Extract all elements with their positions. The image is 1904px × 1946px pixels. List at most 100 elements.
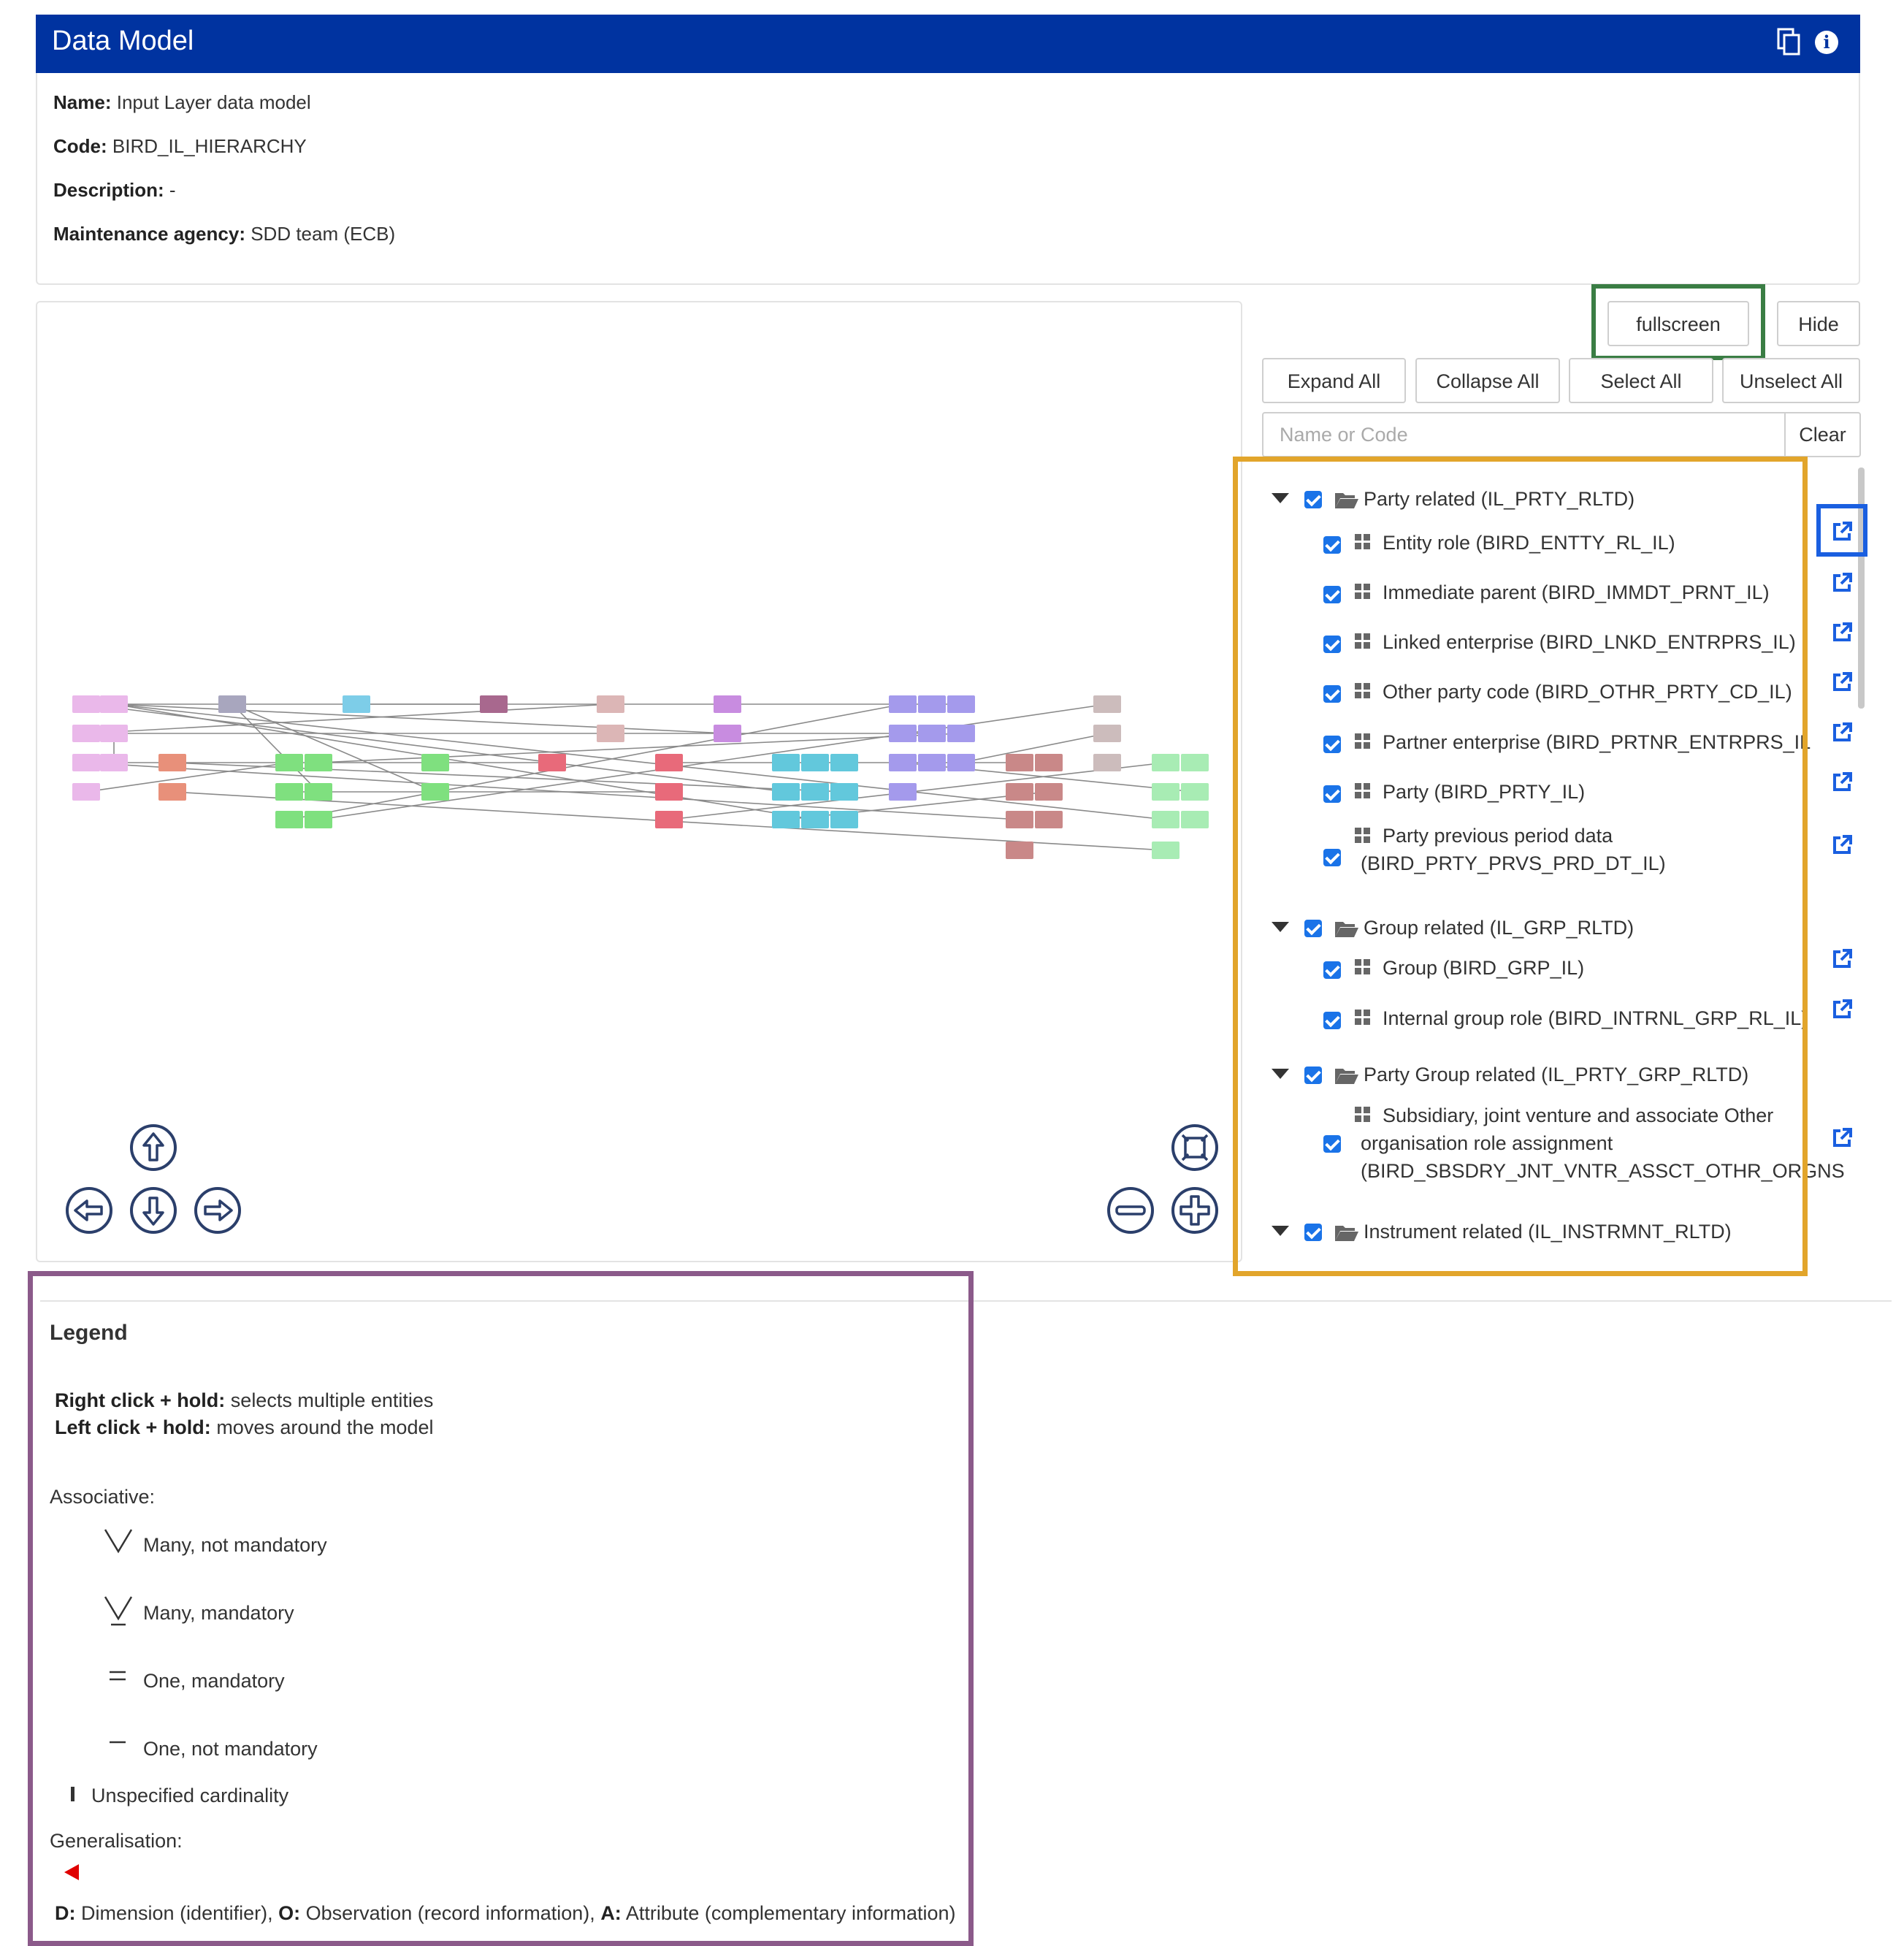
entity-node[interactable] [918, 725, 946, 742]
entity-node[interactable] [655, 754, 683, 771]
entity-node[interactable] [72, 754, 100, 771]
entity-node[interactable] [1035, 811, 1063, 828]
entity-node[interactable] [1006, 811, 1033, 828]
entity-node[interactable] [1006, 842, 1033, 859]
entity-node[interactable] [158, 754, 186, 771]
entity-node[interactable] [655, 811, 683, 828]
info-icon[interactable]: i [1815, 31, 1838, 54]
entity-node[interactable] [421, 783, 449, 801]
left-click-text: moves around the model [216, 1416, 434, 1438]
entity-node[interactable] [597, 695, 624, 713]
entity-node[interactable] [480, 695, 508, 713]
entity-node[interactable] [72, 783, 100, 801]
external-link-icon[interactable] [1831, 722, 1853, 744]
entity-node[interactable] [305, 783, 332, 801]
entity-node[interactable] [305, 754, 332, 771]
clear-button[interactable]: Clear [1784, 412, 1861, 457]
entity-node[interactable] [918, 754, 946, 771]
entity-node[interactable] [343, 695, 370, 713]
entity-node[interactable] [72, 695, 100, 713]
legend-dimension-key: D: Dimension (identifier), O: Observatio… [55, 1902, 956, 1925]
entity-node[interactable] [889, 754, 917, 771]
entity-node[interactable] [1152, 842, 1180, 859]
right-click-label: Right click + hold: [55, 1389, 226, 1411]
entity-node[interactable] [1093, 725, 1121, 742]
pan-down-button[interactable] [129, 1186, 177, 1235]
entity-node[interactable] [714, 725, 741, 742]
copy-icon[interactable] [1777, 28, 1802, 57]
expand-all-button[interactable]: Expand All [1262, 358, 1406, 403]
entity-node[interactable] [1035, 783, 1063, 801]
entity-node[interactable] [889, 725, 917, 742]
fit-to-screen-button[interactable] [1171, 1123, 1219, 1172]
zoom-out-button[interactable] [1106, 1186, 1155, 1235]
entity-node[interactable] [275, 783, 303, 801]
entity-node[interactable] [1006, 783, 1033, 801]
entity-node[interactable] [830, 783, 858, 801]
entity-node[interactable] [947, 725, 975, 742]
entity-node[interactable] [100, 754, 128, 771]
entity-node[interactable] [1152, 811, 1180, 828]
entity-node[interactable] [830, 754, 858, 771]
entity-node[interactable] [772, 754, 800, 771]
entity-node[interactable] [1152, 754, 1180, 771]
pan-right-button[interactable] [194, 1186, 242, 1235]
entity-node[interactable] [275, 754, 303, 771]
entity-node[interactable] [597, 725, 624, 742]
entity-node[interactable] [275, 811, 303, 828]
entity-node[interactable] [218, 695, 246, 713]
entity-node[interactable] [1093, 695, 1121, 713]
entity-node[interactable] [801, 783, 829, 801]
select-all-button[interactable]: Select All [1569, 358, 1713, 403]
external-link-icon[interactable] [1831, 834, 1853, 856]
zoom-in-button[interactable] [1171, 1186, 1219, 1235]
entity-node[interactable] [1181, 811, 1209, 828]
hide-button[interactable]: Hide [1777, 301, 1860, 346]
external-link-icon[interactable] [1831, 999, 1853, 1020]
entity-node[interactable] [714, 695, 741, 713]
entity-node[interactable] [158, 783, 186, 801]
external-link-icon[interactable] [1831, 771, 1853, 793]
entity-node[interactable] [947, 754, 975, 771]
entity-node[interactable] [72, 725, 100, 742]
entity-node[interactable] [538, 754, 566, 771]
entity-node[interactable] [1181, 754, 1209, 771]
unselect-all-button[interactable]: Unselect All [1722, 358, 1860, 403]
pan-left-button[interactable] [65, 1186, 113, 1235]
entity-node[interactable] [918, 695, 946, 713]
entity-node[interactable] [772, 811, 800, 828]
entity-node[interactable] [889, 695, 917, 713]
entity-node[interactable] [772, 783, 800, 801]
collapse-all-button[interactable]: Collapse All [1415, 358, 1560, 403]
external-link-icon[interactable] [1831, 1127, 1853, 1149]
model-agency-row: Maintenance agency: SDD team (ECB) [53, 223, 395, 245]
entity-node[interactable] [830, 811, 858, 828]
entity-node[interactable] [1093, 754, 1121, 771]
fullscreen-button[interactable]: fullscreen [1607, 301, 1749, 346]
many-mandatory-label: Many, mandatory [143, 1602, 294, 1624]
d-text: Dimension (identifier), [81, 1902, 273, 1924]
external-link-icon[interactable] [1831, 622, 1853, 644]
entity-node[interactable] [1181, 783, 1209, 801]
external-link-icon[interactable] [1831, 572, 1853, 594]
model-canvas[interactable] [36, 301, 1242, 1262]
entity-node[interactable] [421, 754, 449, 771]
entity-diagram[interactable] [37, 302, 1244, 1264]
entity-node[interactable] [801, 754, 829, 771]
external-link-icon[interactable] [1831, 671, 1853, 693]
entity-node[interactable] [1152, 783, 1180, 801]
pan-up-button[interactable] [129, 1123, 177, 1172]
entity-node[interactable] [947, 695, 975, 713]
entity-node[interactable] [801, 811, 829, 828]
entity-node[interactable] [100, 725, 128, 742]
search-input[interactable]: Name or Code [1262, 412, 1786, 457]
entity-node[interactable] [655, 783, 683, 801]
entity-node[interactable] [1035, 754, 1063, 771]
tree-highlight [1233, 457, 1808, 1276]
entity-node[interactable] [305, 811, 332, 828]
entity-node[interactable] [100, 695, 128, 713]
entity-node[interactable] [1006, 754, 1033, 771]
external-link-icon[interactable] [1831, 948, 1853, 970]
entity-node[interactable] [889, 783, 917, 801]
legend-title: Legend [50, 1321, 128, 1345]
